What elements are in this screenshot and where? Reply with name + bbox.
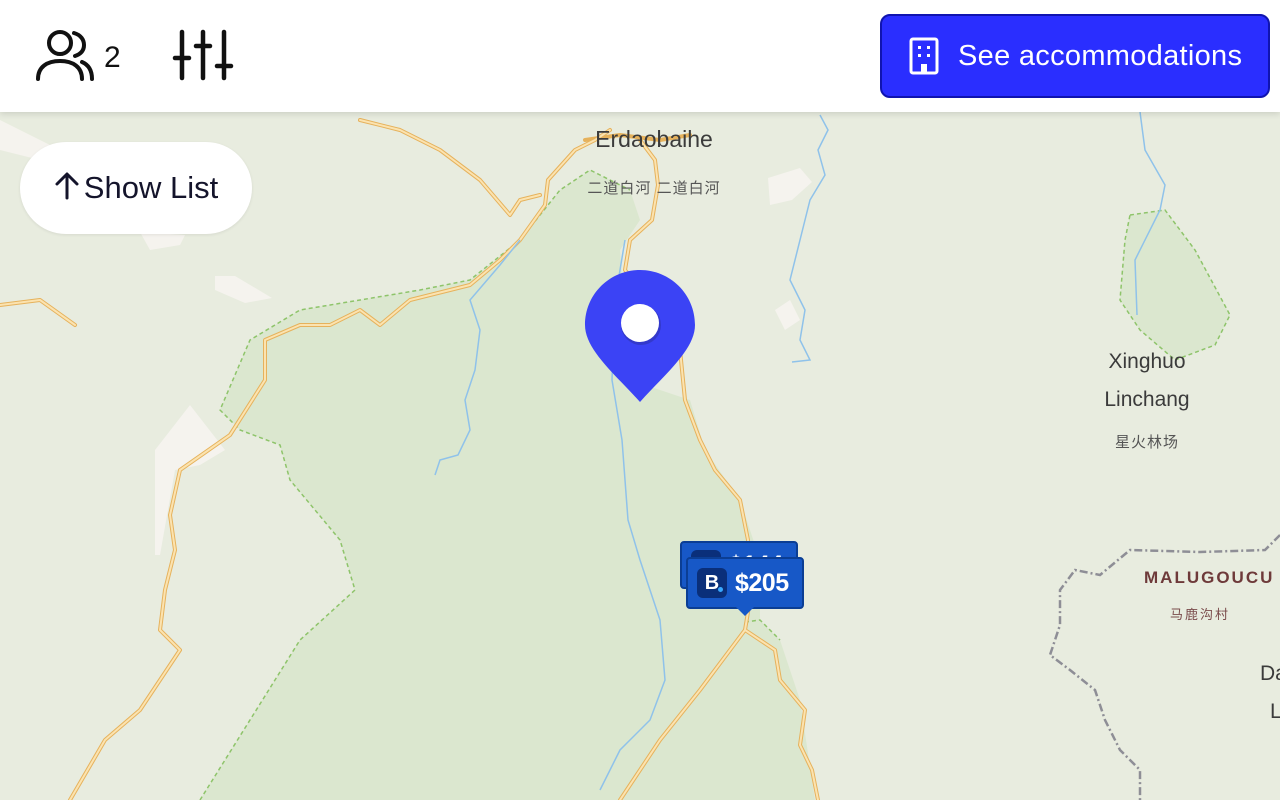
place-label-malugoucun: MALUGOUCU <box>1144 568 1275 587</box>
guests-count: 2 <box>104 40 121 74</box>
place-label-xinghuo-local: 星火林场 <box>1114 434 1180 451</box>
booking-b-icon: B <box>697 568 727 598</box>
guests-selector[interactable]: 2 <box>34 28 121 87</box>
building-icon <box>908 37 940 75</box>
forest-area <box>200 170 815 800</box>
price-label: $205 <box>735 568 789 597</box>
filters-button[interactable] <box>172 28 234 87</box>
price-tag-pointer <box>736 607 754 616</box>
show-list-button[interactable]: Show List <box>20 142 252 234</box>
location-pin-icon <box>585 270 695 402</box>
users-icon <box>34 28 96 87</box>
place-label-linchang: Linchang <box>1104 388 1190 411</box>
sliders-icon <box>172 29 234 86</box>
place-label-l: L <box>1270 700 1280 723</box>
see-accommodations-button[interactable]: See accommodations <box>880 14 1270 98</box>
place-label-xinghuo: Xinghuo <box>1108 350 1186 373</box>
place-label-erdaobaihe: Erdaobaihe <box>595 126 713 152</box>
top-bar: 2 See accommodations <box>0 0 1280 112</box>
place-label-erdaobaihe-local: 二道白河 二道白河 <box>587 180 721 197</box>
place-label-da: Da <box>1260 662 1280 685</box>
place-label-malugoucun-local: 马鹿沟村 <box>1169 607 1231 622</box>
location-pin[interactable] <box>584 270 696 404</box>
see-accommodations-label: See accommodations <box>958 39 1243 72</box>
map[interactable]: Erdaobaihe 二道白河 二道白河 Xinghuo Linchang 星火… <box>0 0 1280 800</box>
show-list-label: Show List <box>83 170 219 205</box>
arrow-up-icon <box>54 171 80 206</box>
price-tag[interactable]: B $205 <box>686 557 804 616</box>
